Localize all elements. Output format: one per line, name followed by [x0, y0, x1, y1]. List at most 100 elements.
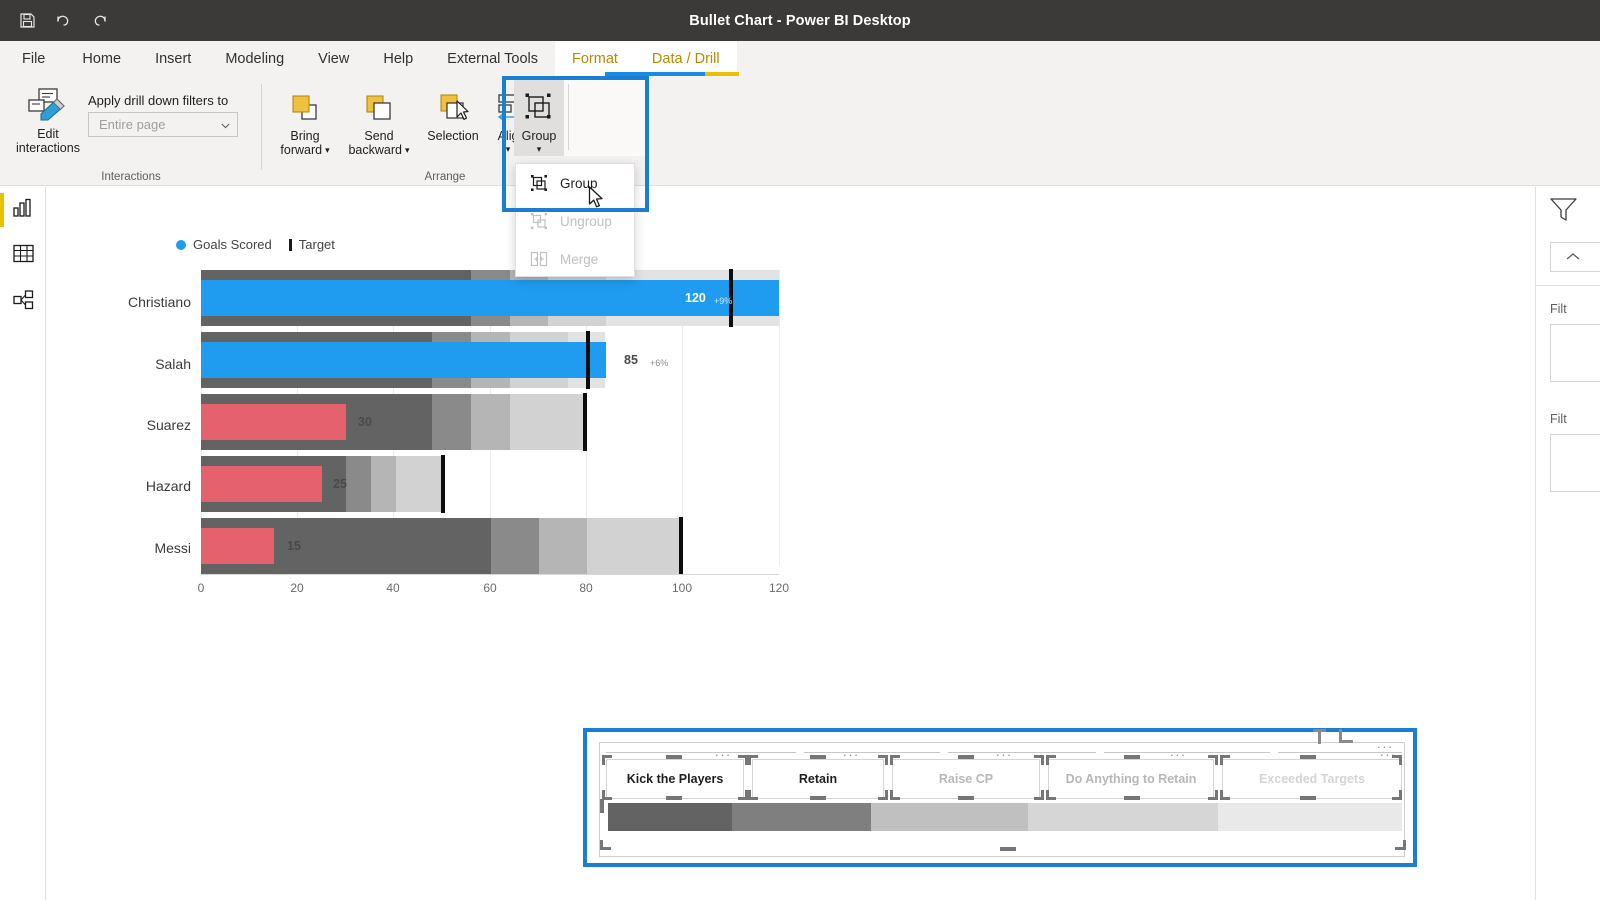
tab-modeling[interactable]: Modeling [208, 41, 301, 76]
gradient-segment [608, 803, 732, 831]
textbox-rail [948, 752, 1096, 753]
chevron-down-icon[interactable]: ▾ [325, 145, 330, 155]
drill-filters-label: Apply drill down filters to [88, 93, 229, 108]
overflow-menu-icon[interactable]: ... [1170, 745, 1187, 758]
send-backward-button[interactable]: Send backward ▾ [344, 86, 414, 157]
textbox-label: Raise CP [938, 772, 994, 786]
sidebar-item-report-view[interactable] [0, 187, 46, 233]
tab-file[interactable]: File [0, 41, 65, 76]
gridline [779, 270, 780, 566]
band-segment [491, 518, 539, 574]
tab-insert[interactable]: Insert [138, 41, 208, 76]
x-axis-tick: 0 [197, 581, 205, 595]
group-icon [528, 172, 550, 194]
edit-interactions-button[interactable]: Edit interactions [12, 84, 84, 155]
data-label-value: 85 [624, 353, 638, 367]
x-axis-line [201, 574, 779, 575]
selection-icon [433, 86, 473, 126]
menu-item-merge: Merge [516, 240, 634, 278]
filter-icon [1550, 197, 1580, 228]
selected-group-container[interactable]: ... ... ... ... ... Kick the Players Ret… [583, 728, 1417, 867]
selection-button[interactable]: Selection [420, 86, 486, 143]
group-button-label: Group [521, 129, 557, 143]
edit-interactions-label-line2: interactions [16, 141, 80, 155]
textbox-label: Kick the Players [626, 772, 724, 786]
filters-pane[interactable]: Filt Filt [1535, 187, 1600, 900]
legend-marker-goals-scored [176, 239, 186, 250]
pane-divider [1536, 285, 1600, 286]
drill-filters-dropdown[interactable]: Entire page [88, 112, 238, 137]
merge-icon [528, 248, 550, 270]
category-label: Hazard [145, 478, 191, 494]
data-label-value: 120 [685, 291, 706, 305]
band-segment [346, 456, 371, 512]
category-label: Salah [155, 356, 191, 372]
group-dropdown-menu: Group Ungroup Merge [515, 163, 635, 277]
data-label-delta: +9% [714, 296, 733, 306]
gradient-segment [1218, 803, 1402, 831]
bullet-row-messi: 15 [201, 517, 683, 575]
menu-item-group-label: Group [560, 175, 598, 191]
measure-bar [201, 528, 274, 564]
overflow-menu-icon[interactable]: ... [715, 745, 732, 758]
tab-view[interactable]: View [301, 41, 366, 76]
category-label: Messi [154, 540, 191, 556]
textbox-label: Exceeded Targets [1258, 772, 1366, 786]
ribbon-group-interactions: Edit interactions Apply drill down filte… [0, 76, 262, 186]
textbox-exceeded-targets[interactable]: Exceeded Targets [1222, 759, 1402, 799]
filter-collapse-button[interactable] [1550, 242, 1600, 272]
group-button[interactable]: Group ▾ [514, 86, 564, 154]
band-segment [471, 394, 510, 450]
band-segment [539, 518, 587, 574]
textbox-raise-cp[interactable]: Raise CP [892, 759, 1040, 799]
category-label: Christiano [127, 294, 191, 310]
tab-home[interactable]: Home [65, 41, 138, 76]
bring-forward-label-line1: Bring [290, 129, 320, 143]
ribbon: Edit interactions Apply drill down filte… [0, 76, 1600, 186]
legend-label-target: Target [298, 237, 335, 252]
chart-legend: Goals Scored Target [176, 237, 337, 252]
group-panel-separator [568, 84, 569, 150]
x-axis-tick: 60 [483, 581, 497, 595]
filter-drop-area-1[interactable] [1550, 324, 1600, 382]
chevron-down-icon[interactable]: ▾ [537, 145, 542, 154]
chevron-down-icon [221, 117, 230, 132]
textbox-retain[interactable]: Retain [752, 759, 884, 799]
bullet-row-salah: 85 +6% [201, 331, 668, 389]
overflow-menu-icon[interactable]: ... [1377, 737, 1394, 750]
bring-forward-label-line2: forward [280, 143, 323, 157]
tab-help[interactable]: Help [366, 41, 430, 76]
chevron-down-icon[interactable]: ▾ [506, 145, 511, 154]
sidebar-item-model-view[interactable] [0, 279, 46, 325]
menu-item-merge-label: Merge [560, 251, 599, 267]
menu-item-ungroup: Ungroup [516, 202, 634, 240]
target-marker [679, 517, 683, 575]
title-bar: Bullet Chart - Power BI Desktop [0, 0, 1600, 41]
overflow-menu-icon[interactable]: ... [843, 745, 860, 758]
group-bounding-box: ... ... ... ... ... Kick the Players Ret… [599, 742, 1406, 857]
x-axis-tick: 100 [671, 581, 693, 595]
chevron-down-icon[interactable]: ▾ [405, 145, 410, 155]
bullet-chart-visual[interactable]: Goals Scored Target Christiano 120 +9% S… [121, 237, 841, 637]
sidebar-item-data-view[interactable] [0, 233, 46, 279]
bullet-row-suarez: 30 [201, 393, 587, 451]
tab-data-drill[interactable]: Data / Drill [634, 41, 737, 76]
tab-external-tools[interactable]: External Tools [430, 41, 555, 76]
bullet-row-christiano: 120 +9% [201, 269, 779, 327]
filter-section-label-2: Filt [1550, 412, 1567, 426]
edit-interactions-icon [27, 84, 69, 124]
x-axis-tick: 80 [579, 581, 593, 595]
bring-forward-button[interactable]: Bring forward ▾ [274, 86, 336, 157]
group-icon [520, 86, 558, 126]
filter-drop-area-2[interactable] [1550, 434, 1600, 492]
menu-item-group[interactable]: Group [516, 164, 634, 202]
selection-label: Selection [427, 129, 479, 143]
tab-format[interactable]: Format [554, 41, 635, 76]
textbox-do-anything-to-retain[interactable]: Do Anything to Retain [1048, 759, 1214, 799]
textbox-kick-the-players[interactable]: Kick the Players [606, 759, 744, 799]
data-label-value: 30 [358, 415, 372, 429]
measure-bar [201, 466, 322, 502]
textbox-rail [1104, 752, 1270, 753]
overflow-menu-icon[interactable]: ... [996, 745, 1013, 758]
target-marker [441, 455, 445, 513]
